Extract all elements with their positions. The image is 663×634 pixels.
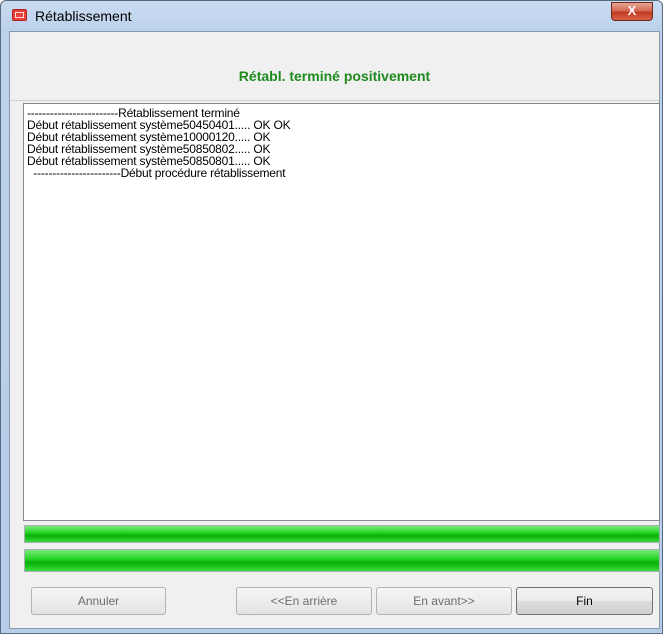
- progress-fill: [25, 550, 659, 571]
- dialog-body: Rétabl. terminé positivement -----------…: [9, 31, 660, 629]
- log-listbox[interactable]: ------------------------Rétablissement t…: [23, 103, 660, 521]
- log-line: -----------------------Début procédure r…: [27, 166, 286, 180]
- back-button[interactable]: <<En arrière: [236, 587, 372, 615]
- progress-bar-total: [24, 549, 660, 572]
- progress-bar-step: [24, 525, 660, 543]
- title-bar[interactable]: Rétablissement X: [1, 1, 662, 31]
- finish-button[interactable]: Fin: [516, 587, 653, 615]
- forward-button[interactable]: En avant>>: [376, 587, 512, 615]
- dialog-window: Rétablissement X Rétabl. terminé positiv…: [0, 0, 663, 634]
- cancel-button[interactable]: Annuler: [31, 587, 166, 615]
- close-button[interactable]: X: [611, 2, 653, 21]
- status-heading: Rétabl. terminé positivement: [238, 68, 431, 84]
- app-logo-icon: [12, 9, 27, 21]
- header-panel: Rétabl. terminé positivement: [10, 32, 659, 101]
- progress-fill: [25, 526, 659, 542]
- window-title: Rétablissement: [35, 8, 132, 24]
